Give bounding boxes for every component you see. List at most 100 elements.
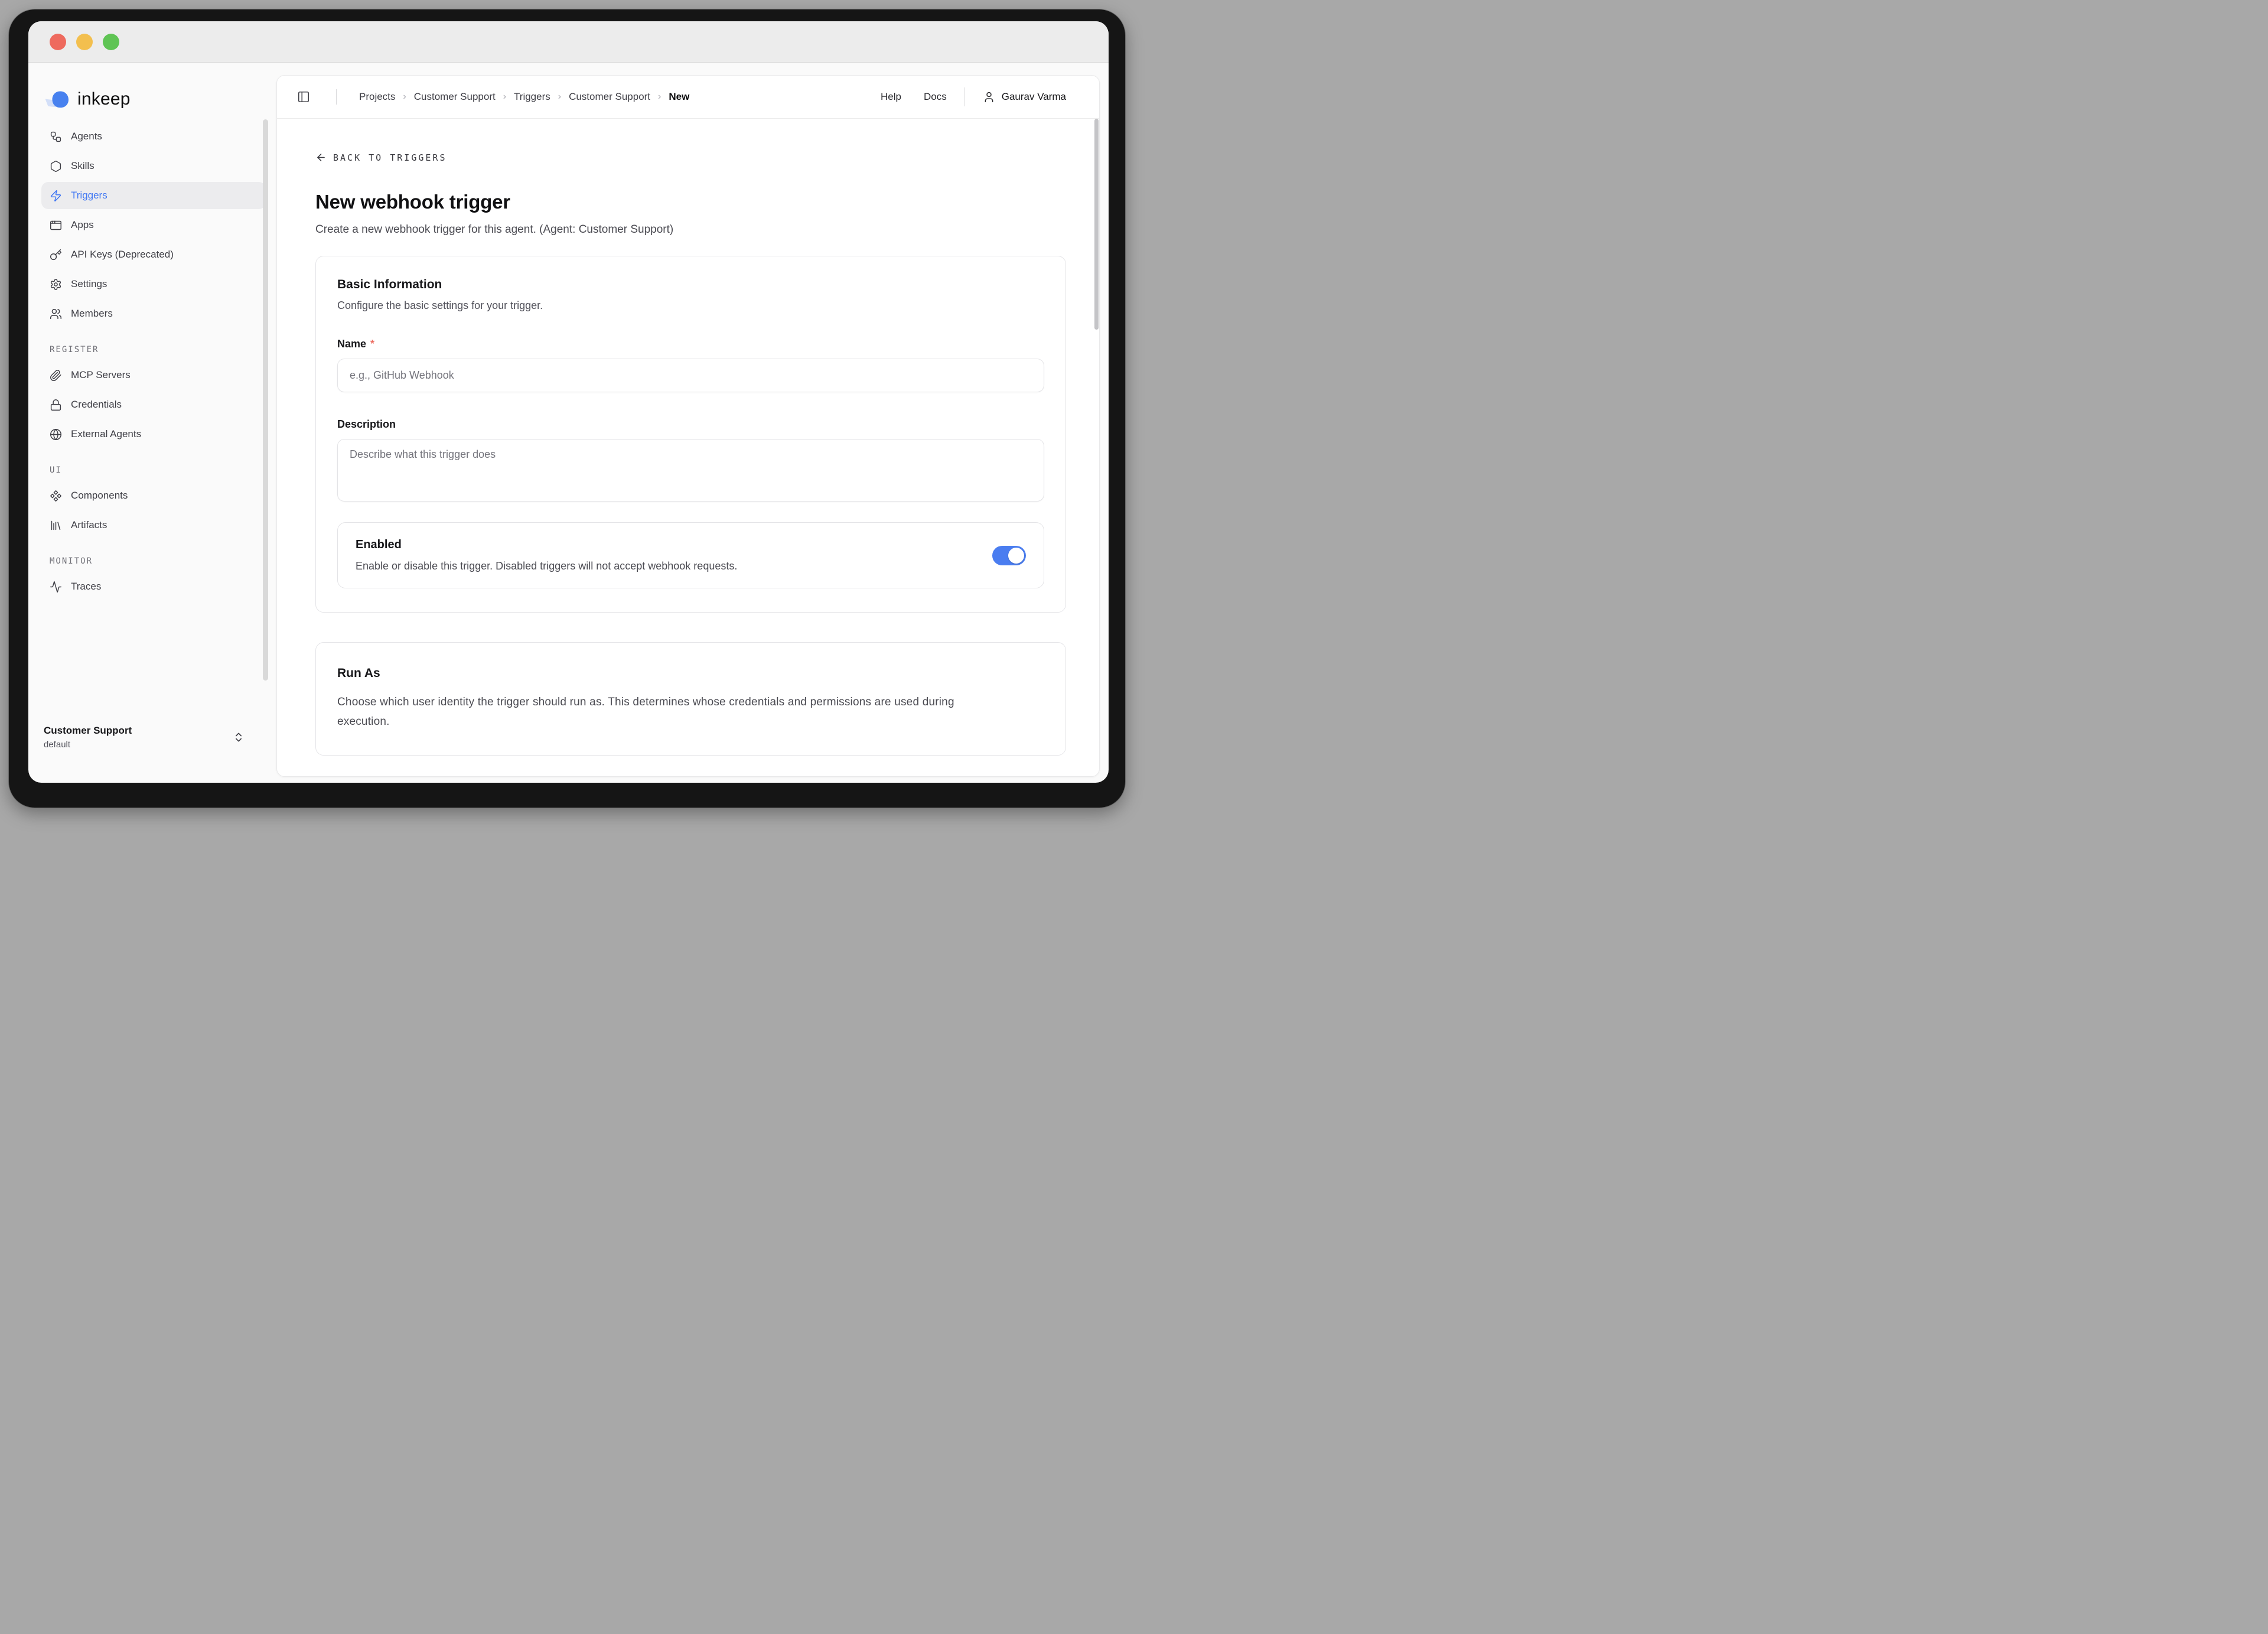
sidebar-item-external-agents[interactable]: External Agents	[41, 421, 266, 448]
sidebar-item-members[interactable]: Members	[41, 300, 266, 327]
sidebar-item-skills[interactable]: Skills	[41, 152, 266, 180]
breadcrumb-separator: ›	[403, 92, 406, 102]
breadcrumb-separator: ›	[503, 92, 506, 102]
lock-icon	[50, 399, 62, 411]
page-title: New webhook trigger	[315, 191, 1066, 213]
sidebar-item-label: Traces	[71, 581, 101, 593]
sidebar-item-credentials[interactable]: Credentials	[41, 391, 266, 418]
run-as-description: Choose which user identity the trigger s…	[337, 692, 963, 731]
header-divider	[964, 87, 965, 106]
card-subtitle: Configure the basic settings for your tr…	[337, 300, 1044, 312]
globe-icon	[50, 428, 62, 441]
breadcrumb: Projects › Customer Support › Triggers › Custo…	[359, 91, 689, 103]
main-panel: Projects › Customer Support › Triggers › Custo…	[276, 75, 1100, 777]
header-divider	[336, 89, 337, 105]
sidebar-item-apps[interactable]: Apps	[41, 211, 266, 239]
workflow-icon	[50, 131, 62, 143]
sidebar-item-components[interactable]: Components	[41, 482, 266, 509]
inkeep-logo-icon	[43, 84, 72, 114]
breadcrumb-bar: Projects › Customer Support › Triggers › Custo…	[277, 76, 1099, 119]
key-icon	[50, 249, 62, 261]
brand-logo[interactable]: inkeep	[41, 84, 266, 115]
sidebar-item-settings[interactable]: Settings	[41, 271, 266, 298]
page-subtitle: Create a new webhook trigger for this ag…	[315, 223, 1066, 236]
breadcrumb-separator: ›	[558, 92, 561, 102]
chevrons-up-down-icon	[233, 731, 245, 743]
name-input[interactable]	[337, 359, 1044, 392]
workspace-subtitle: default	[44, 739, 132, 751]
sidebar-section-monitor: MONITOR	[41, 556, 266, 566]
sidebar-item-label: Skills	[71, 160, 94, 172]
enabled-description: Enable or disable this trigger. Disabled…	[356, 560, 737, 572]
zoom-window-button[interactable]	[103, 34, 119, 50]
sidebar-item-triggers[interactable]: Triggers	[41, 182, 266, 209]
sidebar: inkeep Agents Skills Triggers Apps API Keys …	[28, 63, 276, 783]
user-icon	[983, 91, 995, 103]
device-frame: inkeep Agents Skills Triggers Apps API Keys …	[9, 9, 1125, 808]
sidebar-item-label: Triggers	[71, 190, 107, 201]
description-field-label: Description	[337, 418, 1044, 431]
hexagon-icon	[50, 160, 62, 172]
sidebar-item-label: Agents	[71, 131, 102, 142]
sidebar-item-label: MCP Servers	[71, 369, 131, 381]
page-content: BACK TO TRIGGERS New webhook trigger Cre…	[277, 119, 1099, 776]
enabled-setting: Enabled Enable or disable this trigger. …	[337, 522, 1044, 588]
sidebar-item-label: External Agents	[71, 428, 141, 440]
users-icon	[50, 308, 62, 320]
sidebar-item-label: Components	[71, 490, 128, 502]
workspace-title: Customer Support	[44, 724, 132, 738]
breadcrumb-current: New	[669, 91, 689, 103]
breadcrumb-customer-support[interactable]: Customer Support	[414, 91, 496, 103]
minimize-window-button[interactable]	[76, 34, 93, 50]
library-icon	[50, 519, 62, 532]
sidebar-section-register: REGISTER	[41, 345, 266, 354]
paperclip-icon	[50, 369, 62, 382]
close-window-button[interactable]	[50, 34, 66, 50]
sidebar-item-artifacts[interactable]: Artifacts	[41, 512, 266, 539]
sidebar-toggle-icon[interactable]	[297, 90, 310, 103]
sidebar-nav: Agents Skills Triggers Apps API Keys (Deprec…	[41, 123, 266, 603]
workspace-switcher[interactable]: Customer Support default	[41, 724, 266, 751]
basic-information-card: Basic Information Configure the basic se…	[315, 256, 1066, 613]
sidebar-item-label: Members	[71, 308, 113, 320]
brand-name: inkeep	[77, 89, 131, 109]
card-title: Basic Information	[337, 278, 1044, 292]
breadcrumb-customer-support[interactable]: Customer Support	[569, 91, 650, 103]
zap-icon	[50, 190, 62, 202]
back-to-triggers-link[interactable]: BACK TO TRIGGERS	[315, 152, 447, 163]
activity-icon	[50, 581, 62, 593]
arrow-left-icon	[315, 152, 327, 163]
gear-icon	[50, 278, 62, 291]
description-input[interactable]	[337, 439, 1044, 502]
user-name: Gaurav Varma	[1002, 91, 1066, 103]
run-as-card: Run As Choose which user identity the tr…	[315, 642, 1066, 756]
back-link-label: BACK TO TRIGGERS	[333, 152, 447, 163]
sidebar-item-mcp-servers[interactable]: MCP Servers	[41, 362, 266, 389]
sidebar-scrollbar[interactable]	[263, 119, 268, 681]
sidebar-item-agents[interactable]: Agents	[41, 123, 266, 150]
sidebar-item-label: Artifacts	[71, 519, 107, 531]
header-link-help[interactable]: Help	[881, 91, 901, 103]
user-menu[interactable]: Gaurav Varma	[983, 91, 1066, 103]
header-link-docs[interactable]: Docs	[924, 91, 947, 103]
breadcrumb-triggers[interactable]: Triggers	[514, 91, 550, 103]
content-scrollbar[interactable]	[1094, 119, 1099, 330]
toggle-thumb	[1008, 548, 1024, 564]
sidebar-item-label: Apps	[71, 219, 94, 231]
titlebar	[28, 21, 1109, 63]
breadcrumb-projects[interactable]: Projects	[359, 91, 395, 103]
component-icon	[50, 490, 62, 502]
name-field-label: Name*	[337, 338, 1044, 350]
sidebar-item-label: API Keys (Deprecated)	[71, 249, 174, 261]
sidebar-item-label: Settings	[71, 278, 107, 290]
sidebar-item-label: Credentials	[71, 399, 122, 411]
sidebar-item-api-keys-deprecated[interactable]: API Keys (Deprecated)	[41, 241, 266, 268]
card-title: Run As	[337, 666, 1044, 681]
enabled-label: Enabled	[356, 538, 737, 552]
sidebar-item-traces[interactable]: Traces	[41, 573, 266, 600]
app-window: inkeep Agents Skills Triggers Apps API Keys …	[28, 21, 1109, 783]
enabled-toggle[interactable]	[992, 546, 1026, 565]
app-window-icon	[50, 219, 62, 232]
sidebar-section-ui: UI	[41, 466, 266, 475]
breadcrumb-separator: ›	[658, 92, 661, 102]
